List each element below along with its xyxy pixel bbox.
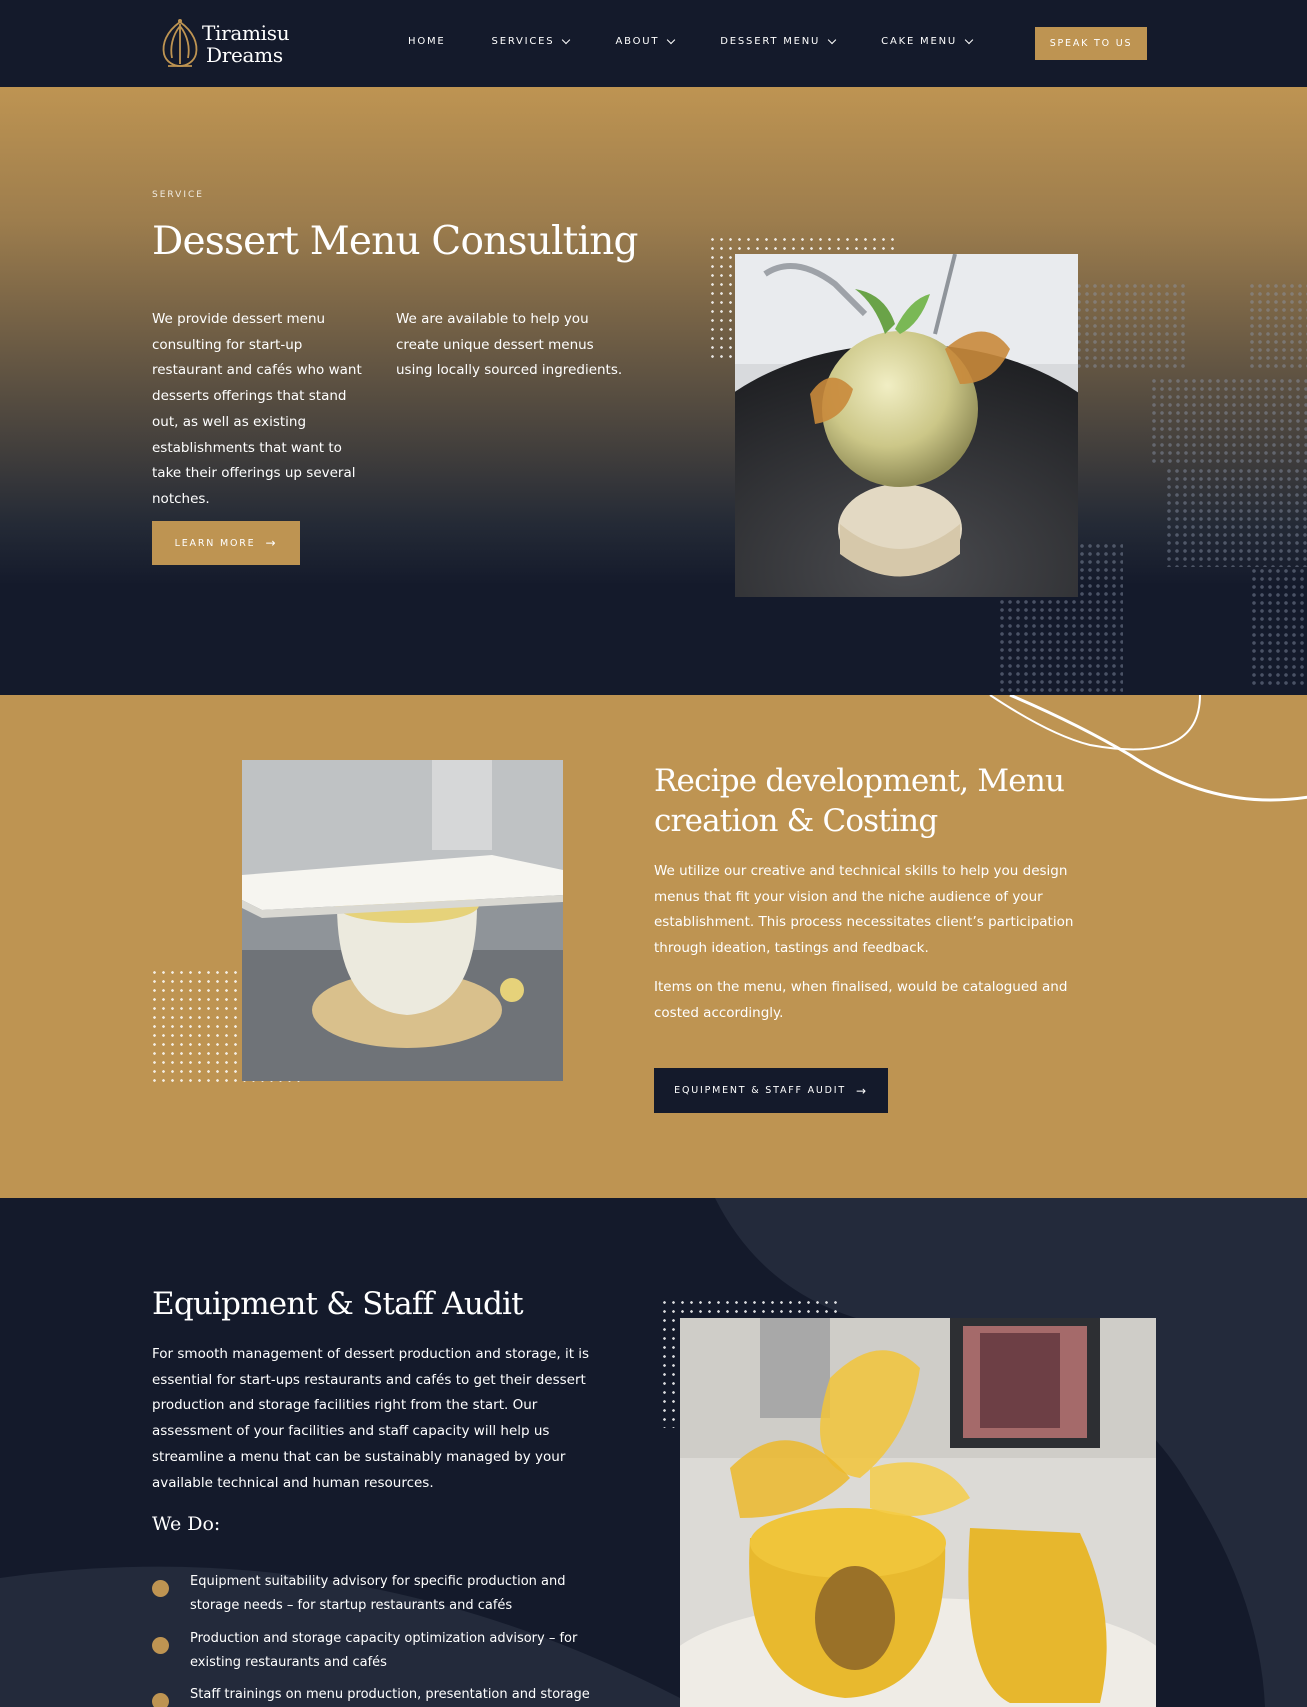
world-map-pattern — [1248, 282, 1307, 372]
world-map-pattern — [1150, 377, 1307, 467]
hero-section: SERVICE Dessert Menu Consulting We provi… — [0, 87, 1307, 695]
list-item-text: Production and storage capacity optimiza… — [190, 1631, 578, 1670]
hero-paragraph-1: We provide dessert menu consulting for s… — [152, 311, 362, 507]
dessert-photo-mousse-cake — [680, 1318, 1156, 1707]
dessert-mousse-cake-image — [680, 1318, 1156, 1707]
chevron-down-icon — [562, 35, 571, 45]
arrow-right-icon: → — [855, 1083, 868, 1098]
audit-section: Equipment & Staff Audit For smooth manag… — [0, 1198, 1307, 1707]
nav-dessert-menu-label: DESSERT MENU — [720, 36, 821, 47]
chevron-down-icon — [964, 35, 974, 45]
hero-paragraph-2: We are available to help you create uniq… — [396, 311, 623, 379]
chevron-down-icon — [667, 35, 676, 45]
brand-line-1: Tiramisu — [202, 21, 290, 45]
dessert-photo-panna-cotta — [242, 760, 563, 1081]
audit-title: Equipment & Staff Audit — [152, 1286, 524, 1322]
nav-home-label: HOME — [408, 36, 446, 47]
recipe-title: Recipe development, Menu creation & Cost… — [654, 763, 1065, 839]
dessert-photo-sphere — [735, 254, 1078, 597]
learn-more-label: LEARN MORE — [174, 537, 256, 549]
nav-cake-menu-label: CAKE MENU — [881, 36, 957, 47]
audit-button-label: EQUIPMENT & STAFF AUDIT — [674, 1085, 846, 1096]
list-item-text: Staff trainings on menu production, pres… — [190, 1687, 590, 1702]
brand-line-2: Dreams — [206, 43, 283, 67]
nav-cake-menu[interactable]: CAKE MENU — [881, 35, 974, 47]
nav-home[interactable]: HOME — [408, 36, 446, 47]
speak-to-us-button[interactable]: SPEAK TO US — [1035, 27, 1147, 60]
site-logo[interactable]: Tiramisu Dreams — [158, 16, 290, 72]
bullet-dot-icon — [152, 1580, 169, 1597]
bullet-dot-icon — [152, 1637, 169, 1654]
nav-services[interactable]: SERVICES — [491, 35, 571, 47]
world-map-pattern — [1075, 282, 1185, 372]
learn-more-button[interactable]: LEARN MORE → — [152, 521, 300, 565]
we-do-subtitle: We Do: — [152, 1513, 221, 1535]
arrow-right-icon: → — [265, 536, 278, 550]
site-header: Tiramisu Dreams HOME SERVICES ABOUT DESS… — [0, 0, 1307, 87]
recipe-paragraph-1: We utilize our creative and technical sk… — [654, 863, 1074, 957]
nav-about-label: ABOUT — [615, 36, 660, 47]
cloche-logo-icon — [162, 19, 198, 67]
world-map-pattern — [1165, 467, 1307, 567]
nav-services-label: SERVICES — [491, 36, 555, 47]
bullet-dot-icon — [152, 1693, 169, 1707]
recipe-paragraph-2: Items on the menu, when finalised, would… — [654, 979, 1068, 1021]
nav-about[interactable]: ABOUT — [615, 35, 676, 47]
main-nav: HOME SERVICES ABOUT DESSERT MENU CAKE ME… — [408, 35, 1018, 47]
page-title: Dessert Menu Consulting — [152, 219, 638, 264]
dessert-panna-cotta-image — [242, 760, 563, 1081]
brand-wordmark: Tiramisu Dreams — [202, 21, 290, 67]
chevron-down-icon — [827, 35, 837, 45]
dessert-sphere-image — [735, 254, 1078, 597]
nav-dessert-menu[interactable]: DESSERT MENU — [720, 35, 837, 47]
equipment-staff-audit-button[interactable]: EQUIPMENT & STAFF AUDIT → — [654, 1068, 888, 1113]
section-eyebrow: SERVICE — [152, 190, 204, 200]
recipe-section: Recipe development, Menu creation & Cost… — [0, 695, 1307, 1198]
list-item-text: Equipment suitability advisory for speci… — [190, 1574, 566, 1613]
audit-intro: For smooth management of dessert product… — [152, 1346, 590, 1491]
world-map-pattern — [1250, 567, 1307, 687]
